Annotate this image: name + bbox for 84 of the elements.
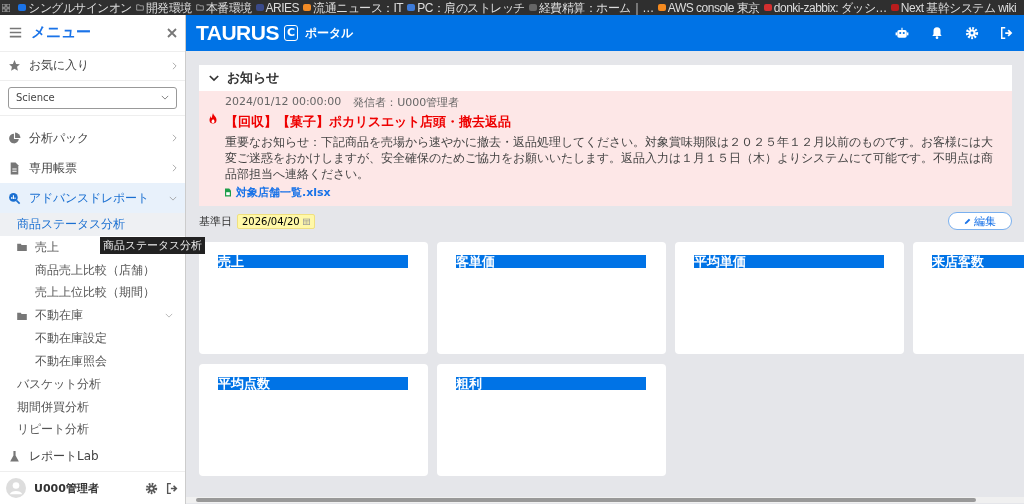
card-title: 来店客数 — [932, 255, 1024, 268]
notice-headline: 【回収】【菓子】ポカリスエット店頭・撤去返品 — [225, 113, 512, 131]
base-date-label: 基準日 — [199, 213, 232, 229]
menu-link[interactable]: バスケット分析 — [0, 372, 185, 396]
card-title: 粗利 — [456, 377, 646, 390]
document-icon — [8, 161, 21, 175]
card-title: 客単価 — [456, 255, 646, 268]
bookmark-link[interactable]: 本番環境 — [195, 0, 252, 15]
category-select[interactable]: Science — [8, 86, 177, 109]
bookmark-link[interactable]: シングルサインオン — [18, 0, 132, 15]
menu-icon[interactable] — [8, 26, 23, 40]
bookmark-link[interactable]: 開発環境 — [135, 0, 192, 15]
edit-button[interactable]: 編集 — [948, 212, 1012, 230]
menu-link[interactable]: 不動在庫照会 — [0, 350, 185, 373]
chevron-down-icon — [161, 95, 169, 101]
card-title: 平均点数 — [218, 377, 408, 390]
close-icon[interactable] — [167, 27, 177, 38]
chevron-down-icon — [169, 195, 177, 201]
menu-link[interactable]: 不動在庫設定 — [0, 327, 185, 351]
card-title: 平均単価 — [694, 255, 884, 268]
star-icon — [8, 59, 21, 73]
spreadsheet-file-icon — [225, 188, 231, 197]
settings-icon[interactable] — [145, 481, 158, 495]
portal-title: ポータル — [305, 24, 354, 42]
folder-icon — [195, 4, 204, 11]
menu-group[interactable]: 分析パック — [0, 123, 185, 154]
chevron-right-icon — [172, 134, 177, 143]
menu-group[interactable]: アドバンスドレポート — [0, 183, 185, 213]
site-favicon-icon — [763, 4, 772, 11]
pencil-icon — [964, 217, 971, 225]
bookmark-link[interactable]: AWS console 東京 — [657, 0, 760, 15]
notice-date: 2024/01/12 00:00:00 — [225, 95, 342, 110]
notice-sender: 発信者：U000管理者 — [353, 95, 460, 110]
fire-icon — [207, 112, 219, 125]
chevron-right-icon — [172, 164, 177, 173]
menu-link[interactable]: 売上上位比較（期間） — [0, 281, 185, 305]
tooltip: 商品ステータス分析 — [100, 237, 205, 254]
menu-title: メニュー — [31, 23, 92, 43]
bookmark-link[interactable]: PC：肩のストレッチ — [407, 0, 525, 15]
folder-icon — [17, 243, 27, 252]
folder-icon — [17, 311, 27, 320]
logo-text: TAURUS — [196, 21, 279, 45]
site-favicon-icon — [890, 4, 899, 11]
chevron-icon — [165, 313, 173, 319]
site-favicon-icon — [528, 4, 537, 11]
site-favicon-icon — [255, 4, 264, 11]
magnifier-chart-icon — [8, 191, 21, 205]
favorites-item[interactable]: お気に入り — [0, 51, 185, 81]
calendar-icon — [302, 217, 310, 225]
logout-icon[interactable] — [1000, 26, 1014, 40]
user-name: U000管理者 — [34, 480, 100, 496]
site-favicon-icon — [657, 4, 666, 11]
base-date-field[interactable]: 2026/04/20 — [237, 213, 315, 229]
robot-icon[interactable] — [895, 26, 909, 40]
notice-title: お知らせ — [227, 69, 279, 87]
folder-icon — [135, 4, 144, 11]
menu-item[interactable]: レポートLab — [0, 441, 185, 472]
bookmark-link[interactable]: ARIES — [255, 0, 299, 15]
site-favicon-icon — [18, 4, 26, 11]
bookmark-link[interactable]: Next 基幹システム wiki — [890, 0, 1017, 15]
menu-link[interactable]: 期間併買分析 — [0, 395, 185, 419]
flask-icon — [8, 449, 21, 463]
site-favicon-icon — [303, 4, 311, 11]
folder-item[interactable]: 不動在庫 — [0, 304, 185, 328]
menu-link[interactable]: 商品ステータス分析 — [0, 212, 185, 236]
horizontal-scrollbar[interactable] — [186, 497, 1024, 503]
card-title: 売上 — [218, 255, 408, 268]
bookmark-link[interactable]: 経費精算：ホーム｜… — [528, 0, 654, 15]
logo-badge: C — [283, 25, 299, 41]
bookmark-link[interactable]: donki-zabbix: ダッシ… — [763, 0, 887, 15]
notice-message: 重要なお知らせ：下記商品を売場から速やかに撤去・返品処理してください。対象賞味期限は２０２５年１２月以前のものです。お客様には大変ご迷惑をおかけしますが、安全確保のためご協力をお願いいたします。返品入力は１月１５日（木）よりシステムにて可能です。不明点は商品部担当へ連絡ください。 — [225, 134, 994, 182]
apps-grid-icon[interactable] — [2, 3, 10, 12]
attachment-link[interactable]: 対象店舗一覧.xlsx — [236, 185, 331, 200]
bookmark-link[interactable]: 流通ニュース：IT — [303, 0, 404, 15]
logout-icon[interactable] — [166, 481, 179, 495]
menu-link[interactable]: リピート分析 — [0, 418, 185, 442]
menu-group[interactable]: 専用帳票 — [0, 153, 185, 184]
chevron-right-icon — [172, 61, 177, 70]
menu-link[interactable]: 商品売上比較（店舗） — [0, 258, 185, 282]
avatar-icon — [6, 478, 26, 499]
chevron-icon[interactable] — [209, 74, 219, 82]
pie-chart-icon — [8, 131, 21, 145]
bell-icon[interactable] — [930, 26, 944, 40]
site-favicon-icon — [407, 4, 416, 11]
